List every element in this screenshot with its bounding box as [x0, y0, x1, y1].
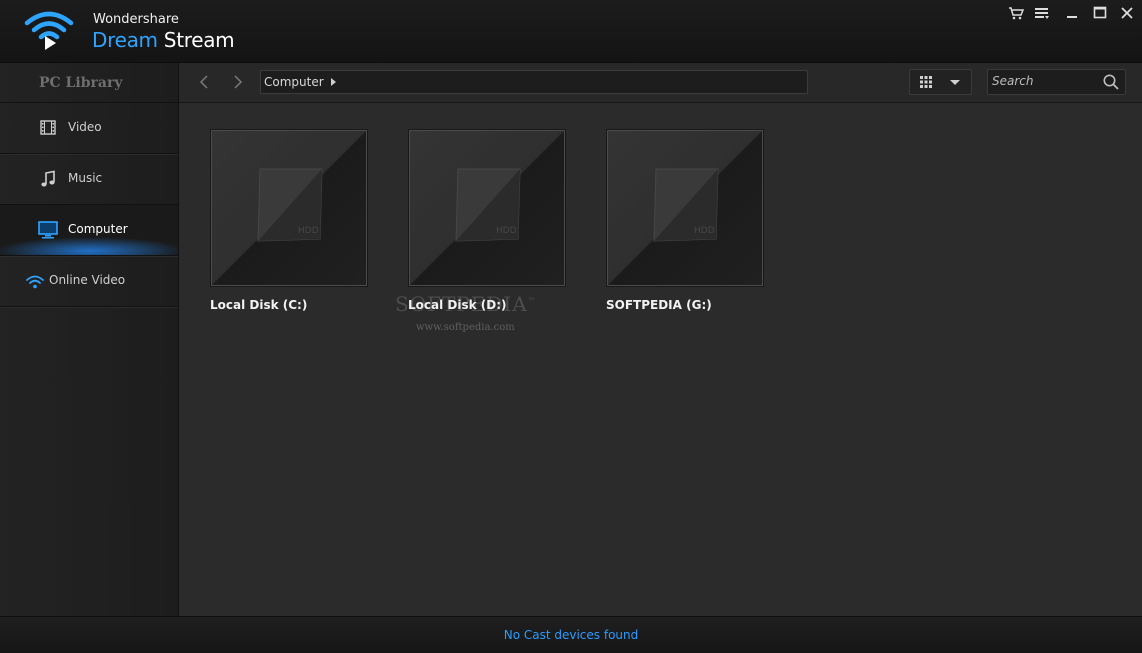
- app-logo-icon: [24, 11, 74, 50]
- maximize-button[interactable]: [1089, 4, 1111, 22]
- watermark-url: www.softpedia.com: [416, 322, 515, 333]
- search-icon[interactable]: [1102, 73, 1120, 91]
- maximize-icon: [1093, 6, 1107, 19]
- breadcrumb-arrow-icon[interactable]: [330, 78, 336, 86]
- watermark-text: SOFTPEDIA: [395, 292, 528, 316]
- menu-icon: [1035, 8, 1049, 19]
- app-title-accent: Dream: [92, 28, 158, 52]
- hdd-label: HDD: [298, 226, 319, 236]
- music-note-icon: [41, 170, 55, 187]
- hdd-icon: HDD: [653, 168, 719, 242]
- back-arrow-icon[interactable]: [196, 73, 212, 91]
- view-mode-button[interactable]: [909, 69, 972, 95]
- drive-tile-c[interactable]: HDD Local Disk (C:): [179, 130, 367, 340]
- close-button[interactable]: [1116, 4, 1138, 22]
- cart-icon: [1009, 7, 1024, 20]
- toolbar: Computer: [179, 63, 1142, 103]
- minimize-icon: [1067, 16, 1077, 18]
- hdd-icon: HDD: [257, 168, 323, 242]
- drive-tile-g[interactable]: HDD SOFTPEDIA (G:): [575, 130, 763, 340]
- sidebar-item-computer[interactable]: Computer: [0, 205, 178, 256]
- hdd-icon: HDD: [455, 168, 521, 242]
- search-box: [987, 69, 1126, 95]
- drive-thumbnail[interactable]: HDD: [409, 130, 565, 286]
- breadcrumb-item[interactable]: Computer: [264, 75, 324, 89]
- sidebar-item-music[interactable]: Music: [0, 154, 178, 205]
- sidebar-item-video[interactable]: Video: [0, 103, 178, 154]
- status-bar: No Cast devices found: [0, 616, 1142, 653]
- wifi-icon: [26, 275, 44, 289]
- sidebar-item-label: Computer: [68, 222, 128, 236]
- sidebar: PC Library Video Music Computer Online V…: [0, 63, 179, 616]
- grid-icon: [920, 76, 932, 88]
- menu-button[interactable]: [1031, 4, 1053, 22]
- close-icon: [1121, 7, 1133, 19]
- film-icon: [40, 120, 56, 135]
- brand-company: Wondershare: [93, 12, 179, 27]
- sidebar-item-label: Video: [68, 120, 102, 134]
- drive-label: SOFTPEDIA (G:): [606, 298, 712, 312]
- monitor-icon: [38, 221, 58, 239]
- breadcrumb[interactable]: Computer: [260, 70, 808, 94]
- sidebar-item-online-video[interactable]: Online Video: [0, 256, 178, 307]
- sidebar-header: PC Library: [0, 63, 178, 103]
- app-title-main: Stream: [163, 28, 235, 52]
- drive-thumbnail[interactable]: HDD: [211, 130, 367, 286]
- hdd-label: HDD: [496, 226, 517, 236]
- title-bar: Wondershare Dream Stream: [0, 0, 1142, 63]
- drive-label: Local Disk (C:): [210, 298, 308, 312]
- chevron-down-icon: [950, 80, 960, 85]
- cart-button[interactable]: [1005, 4, 1027, 22]
- minimize-button[interactable]: [1061, 4, 1083, 22]
- watermark: SOFTPEDIA™: [395, 292, 537, 316]
- forward-arrow-icon[interactable]: [230, 73, 246, 91]
- hdd-label: HDD: [694, 226, 715, 236]
- search-input[interactable]: [988, 70, 1100, 92]
- sidebar-item-label: Online Video: [49, 273, 126, 287]
- cast-status-text: No Cast devices found: [503, 628, 639, 642]
- drive-thumbnail[interactable]: HDD: [607, 130, 763, 286]
- sidebar-item-label: Music: [68, 171, 103, 185]
- drive-grid: HDD Local Disk (C:) HDD Local Disk (D:) …: [179, 103, 1142, 616]
- watermark-tm: ™: [527, 296, 537, 306]
- app-title: Dream Stream: [92, 28, 235, 52]
